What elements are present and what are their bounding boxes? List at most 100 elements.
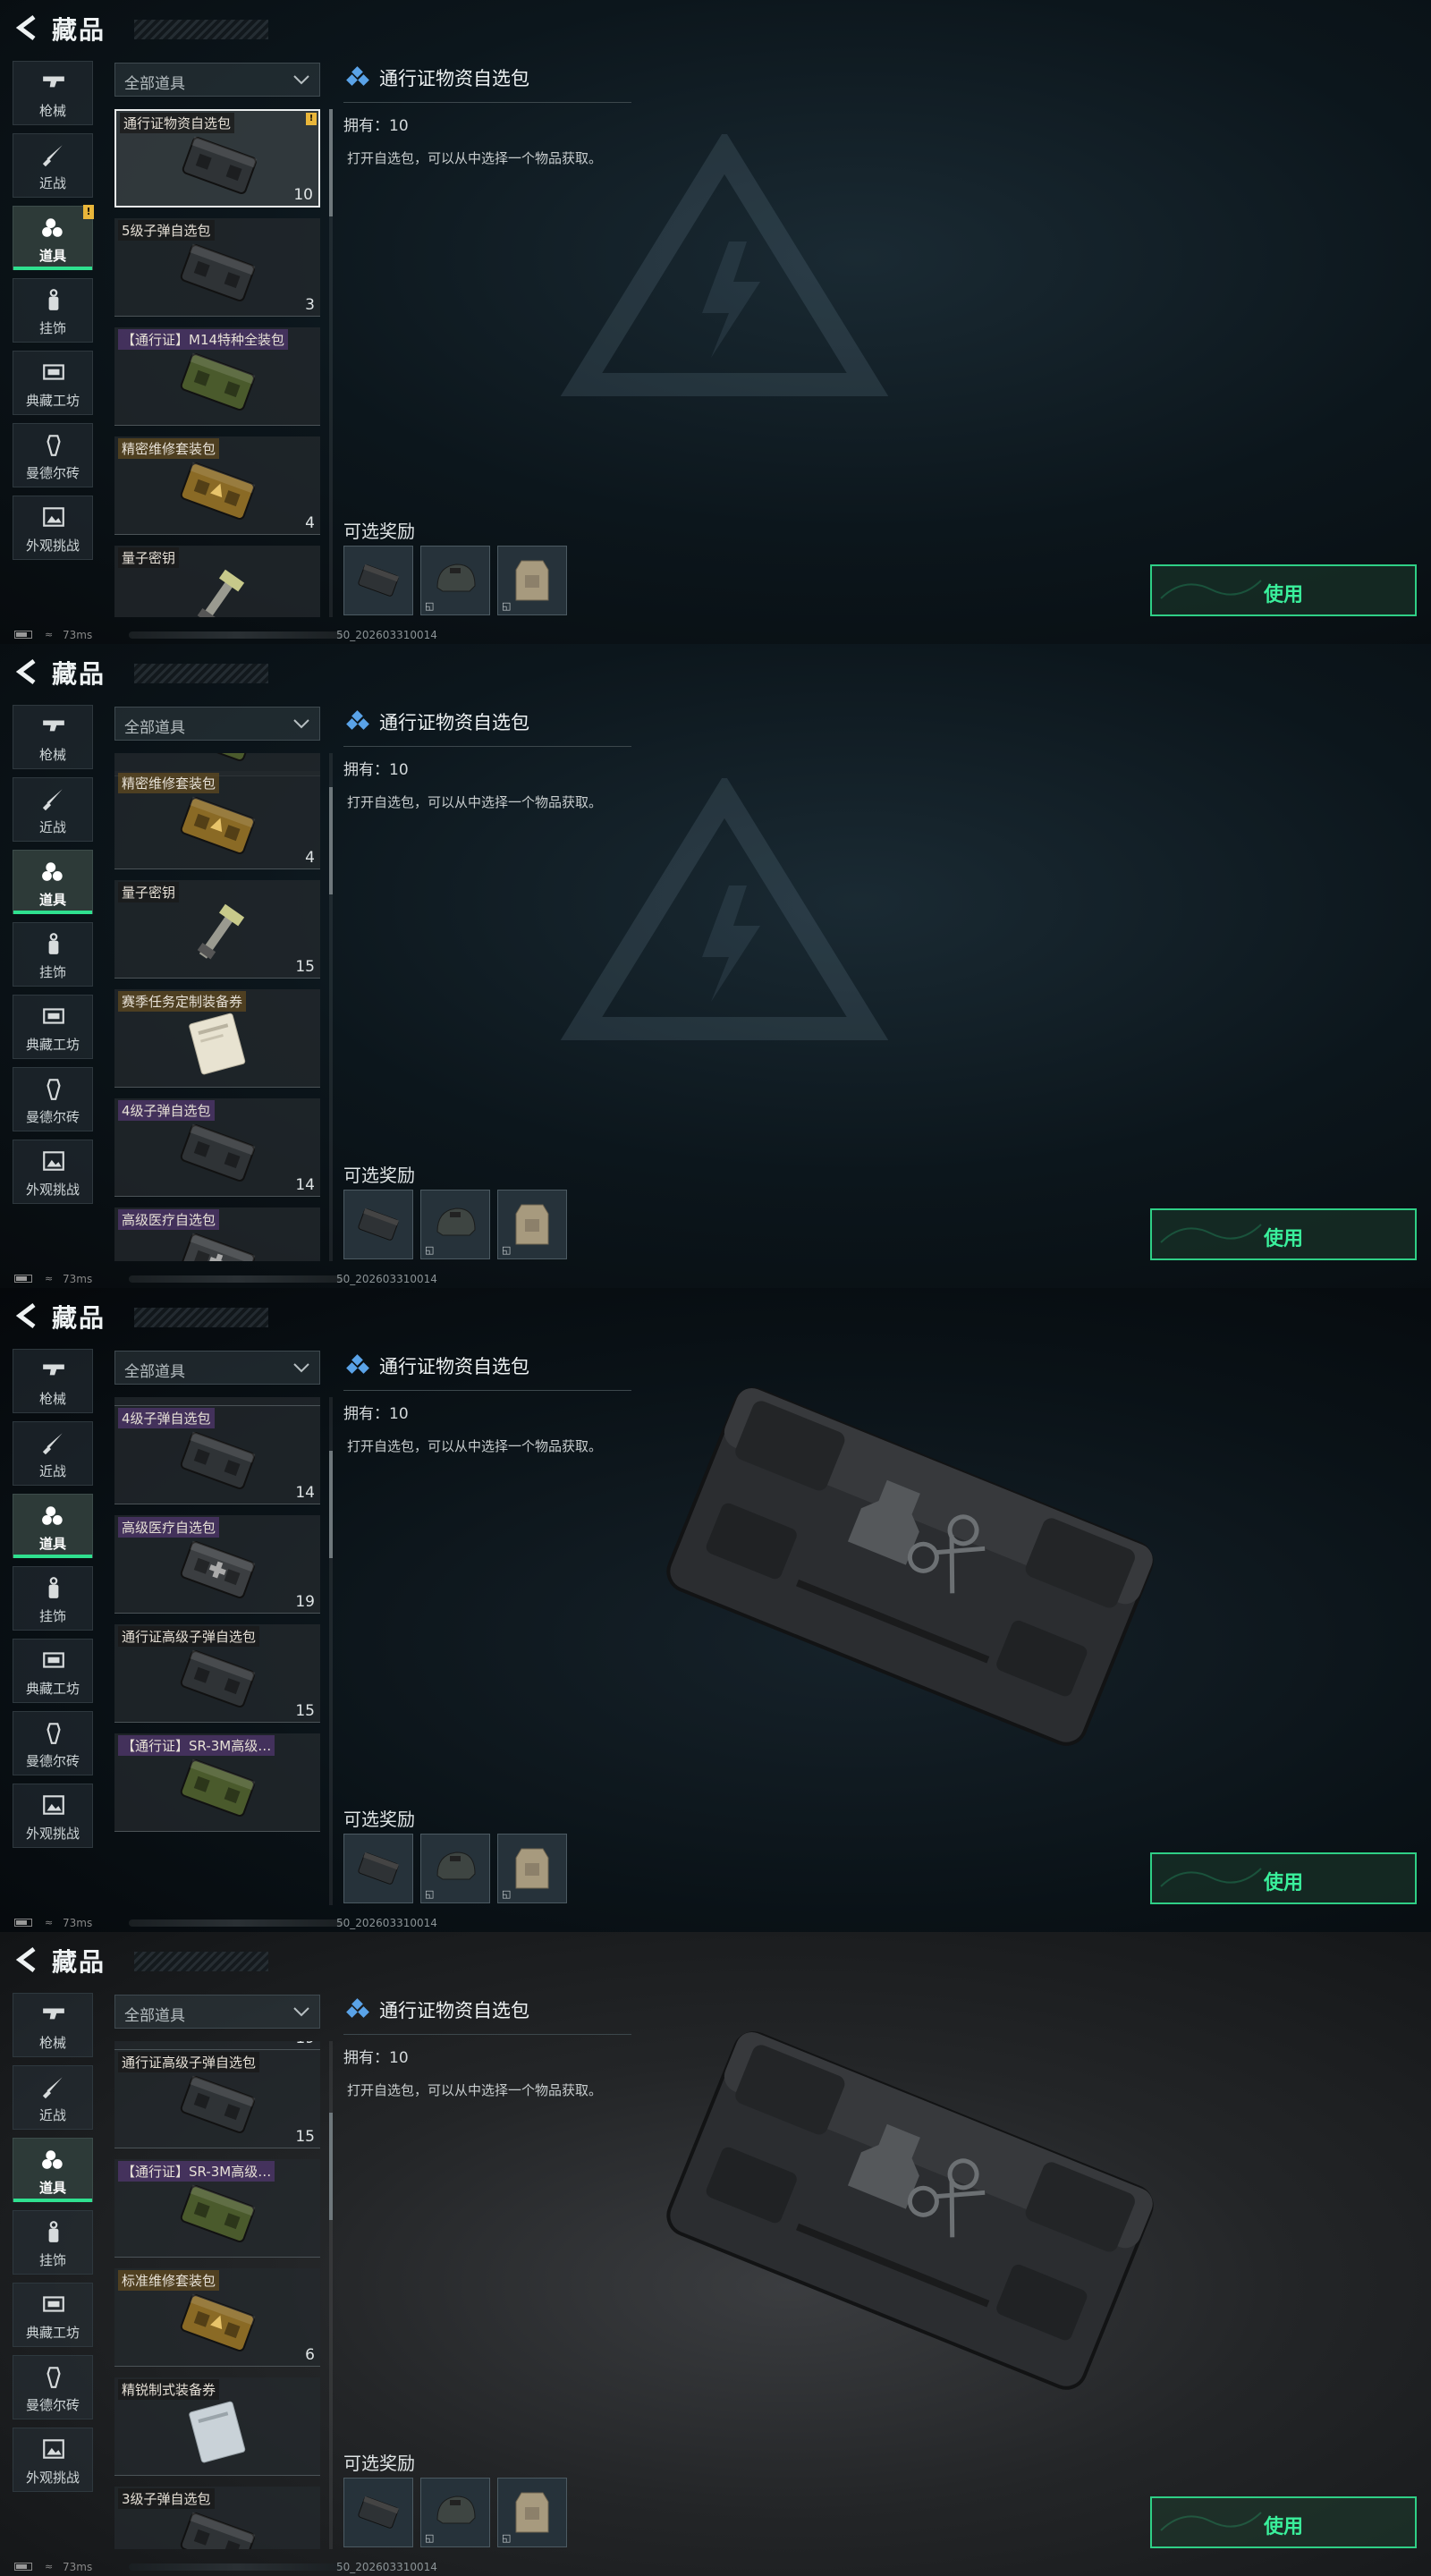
nav-item-brick[interactable]: 曼德尔砖 [13, 2355, 93, 2419]
nav-item-workshop[interactable]: 典藏工坊 [13, 1639, 93, 1703]
reward-slot[interactable]: ◱ [497, 2478, 567, 2547]
back-arrow-icon[interactable] [13, 13, 43, 43]
reward-slot[interactable]: ◱ [420, 1834, 490, 1903]
nav-item-knife[interactable]: 近战 [13, 777, 93, 842]
item-name: 赛季任务定制装备券 [118, 991, 247, 1012]
nav-item-knife[interactable]: 近战 [13, 1421, 93, 1486]
list-item[interactable]: 精锐制式装备券 [114, 2377, 320, 2476]
filter-dropdown[interactable]: 全部道具 [114, 707, 320, 741]
list-item[interactable]: 【通行证】SR-3M高级… [114, 1733, 320, 1832]
item-list[interactable]: 赛季任务定制装备券 4级子弹自选包 14 高级医疗自选包 19 [114, 1397, 322, 1905]
scroll-thumb[interactable] [329, 2113, 333, 2220]
list-item[interactable]: 高级医疗自选包 19 [114, 1515, 320, 1614]
nav-item-gun[interactable]: 枪械 [13, 1349, 93, 1413]
nav-item-items[interactable]: 道具 ! [13, 205, 94, 270]
nav-item-appearance[interactable]: 外观挑战 [13, 496, 93, 560]
list-scrollbar[interactable] [329, 2041, 333, 2549]
list-item[interactable]: 精密维修套装包 4 [114, 436, 320, 535]
charm-icon [48, 2221, 59, 2242]
nav-item-gun[interactable]: 枪械 [13, 705, 93, 769]
filter-selected: 全部道具 [124, 2007, 185, 2025]
list-item[interactable]: 通行证高级子弹自选包 15 [114, 2050, 320, 2148]
use-button[interactable]: 使用 [1150, 564, 1417, 616]
reward-slot[interactable] [343, 2478, 413, 2547]
scroll-thumb[interactable] [329, 787, 333, 894]
list-item[interactable]: 5级子弹自选包 3 [114, 218, 320, 317]
list-scrollbar[interactable] [329, 109, 333, 617]
item-count: 3 [305, 296, 315, 314]
list-item[interactable]: 【通行证】SR-3M高级… [114, 2159, 320, 2258]
list-item[interactable]: 通行证物资自选包 10 ! [114, 109, 320, 208]
nav-item-items[interactable]: 道具 [13, 850, 93, 914]
list-item[interactable]: 量子密钥 15 [114, 546, 320, 617]
list-scrollbar[interactable] [329, 1397, 333, 1905]
list-item[interactable]: 3级子弹自选包 [114, 2487, 320, 2549]
reward-slot[interactable]: ◱ [497, 546, 567, 615]
nav-item-appearance[interactable]: 外观挑战 [13, 1784, 93, 1848]
item-title: 通行证物资自选包 [379, 2000, 529, 2021]
nav-item-charm[interactable]: 挂饰 [13, 922, 93, 987]
filter-dropdown[interactable]: 全部道具 [114, 1351, 320, 1385]
workshop-icon [43, 364, 64, 380]
build-id: 50_202603310014 [336, 1917, 437, 1929]
nav-item-knife[interactable]: 近战 [13, 133, 93, 198]
back-arrow-icon[interactable] [13, 657, 43, 687]
reward-slot[interactable]: ◱ [420, 1190, 490, 1259]
list-item[interactable]: 标准维修套装包 6 [114, 2268, 320, 2367]
diamonds-icon [346, 1354, 369, 1374]
item-count: 4 [305, 849, 315, 867]
item-list[interactable]: 精密维修套装包 4 量子密钥 15 赛季任务定制装备券 4级子弹自选包 14 高… [114, 753, 322, 1261]
list-item[interactable]: 赛季任务定制装备券 [114, 989, 320, 1088]
list-item[interactable]: 高级医疗自选包 [114, 1208, 320, 1261]
filter-dropdown[interactable]: 全部道具 [114, 1995, 320, 2029]
reward-slot[interactable]: ◱ [420, 546, 490, 615]
use-button[interactable]: 使用 [1150, 2496, 1417, 2548]
list-item[interactable]: 【通行证】M14特种全装包 [114, 327, 320, 426]
status-bar: ≈ 73ms 50_202603310014 [13, 2560, 513, 2574]
list-item[interactable]: 精密维修套装包 4 [114, 771, 320, 869]
nav-item-charm[interactable]: 挂饰 [13, 1566, 93, 1631]
reward-slot[interactable]: ◱ [497, 1834, 567, 1903]
list-item[interactable]: 19 [114, 2041, 320, 2050]
nav-item-gun[interactable]: 枪械 [13, 1993, 93, 2057]
reward-slot[interactable] [343, 1834, 413, 1903]
reward-slot[interactable] [343, 546, 413, 615]
reward-slot[interactable]: ◱ [497, 1190, 567, 1259]
use-button[interactable]: 使用 [1150, 1852, 1417, 1904]
use-button[interactable]: 使用 [1150, 1208, 1417, 1260]
nav-item-workshop[interactable]: 典藏工坊 [13, 995, 93, 1059]
nav-item-workshop[interactable]: 典藏工坊 [13, 351, 93, 415]
list-item[interactable]: 4级子弹自选包 14 [114, 1098, 320, 1197]
item-list[interactable]: 通行证物资自选包 10 ! 5级子弹自选包 3 【通行证】M14特种全装包 精密… [114, 109, 322, 617]
back-arrow-icon[interactable] [13, 1945, 43, 1975]
nav-item-appearance[interactable]: 外观挑战 [13, 1140, 93, 1204]
nav-item-brick[interactable]: 曼德尔砖 [13, 423, 93, 487]
reward-slot[interactable] [343, 1190, 413, 1259]
nav-item-appearance[interactable]: 外观挑战 [13, 2428, 93, 2492]
ping-text: 73ms [63, 1273, 93, 1285]
item-list[interactable]: 19 通行证高级子弹自选包 15 【通行证】SR-3M高级… [114, 2041, 322, 2549]
filter-dropdown[interactable]: 全部道具 [114, 63, 320, 97]
item-thumbnail [168, 791, 267, 860]
wifi-icon: ≈ [45, 1917, 54, 1928]
list-item[interactable]: 通行证高级子弹自选包 15 [114, 1624, 320, 1723]
nav-item-brick[interactable]: 曼德尔砖 [13, 1067, 93, 1131]
nav-item-items[interactable]: 道具 [13, 1494, 93, 1558]
reward-slot[interactable]: ◱ [420, 2478, 490, 2547]
list-item[interactable]: 4级子弹自选包 14 [114, 1406, 320, 1504]
scroll-thumb[interactable] [329, 109, 333, 216]
scroll-thumb[interactable] [329, 1451, 333, 1558]
nav-item-charm[interactable]: 挂饰 [13, 2210, 93, 2275]
nav-item-workshop[interactable]: 典藏工坊 [13, 2283, 93, 2347]
nav-item-knife[interactable]: 近战 [13, 2065, 93, 2130]
diamonds-icon [346, 1998, 369, 2018]
nav-item-gun[interactable]: 枪械 [13, 61, 93, 125]
nav-item-label: 外观挑战 [25, 538, 80, 554]
list-scrollbar[interactable] [329, 753, 333, 1261]
nav-item-charm[interactable]: 挂饰 [13, 278, 93, 343]
back-arrow-icon[interactable] [13, 1301, 43, 1331]
nav-item-brick[interactable]: 曼德尔砖 [13, 1711, 93, 1775]
nav-item-items[interactable]: 道具 [13, 2138, 93, 2202]
list-item[interactable]: 赛季任务定制装备券 [114, 1397, 320, 1406]
list-item[interactable]: 量子密钥 15 [114, 880, 320, 979]
